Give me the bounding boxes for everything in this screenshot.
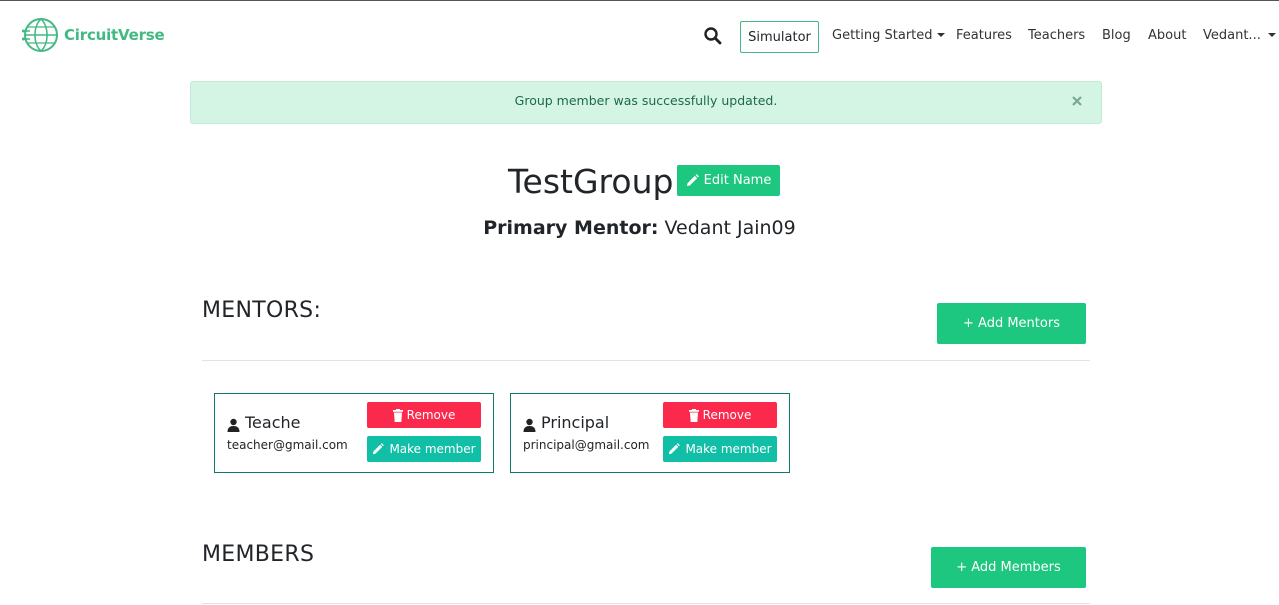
nav-getting-started-label: Getting Started bbox=[832, 28, 933, 43]
mentor-card: Teache teacher@gmail.com Remove Make mem… bbox=[214, 393, 494, 473]
make-member-button[interactable]: Make member bbox=[663, 436, 777, 462]
primary-mentor-label: Primary Mentor: bbox=[483, 217, 659, 239]
primary-mentor-name: Vedant Jain09 bbox=[664, 217, 796, 239]
pencil-icon bbox=[373, 443, 385, 455]
mentors-divider bbox=[202, 360, 1090, 361]
nav-simulator-button[interactable]: Simulator bbox=[740, 21, 819, 53]
success-alert: Group member was successfully updated. bbox=[190, 81, 1102, 124]
caret-down-icon bbox=[936, 32, 945, 37]
mentor-card: Principal principal@gmail.com Remove Mak… bbox=[510, 393, 790, 473]
user-icon bbox=[523, 418, 536, 432]
user-icon bbox=[227, 418, 240, 432]
nav-user-label: Vedant... bbox=[1203, 28, 1261, 43]
add-mentors-button[interactable]: + Add Mentors bbox=[937, 303, 1086, 344]
brand-link[interactable]: CircuitVerse bbox=[22, 16, 165, 54]
primary-mentor: Primary Mentor: Vedant Jain09 bbox=[0, 217, 1279, 239]
nav-blog-link[interactable]: Blog bbox=[1102, 28, 1131, 43]
nav-user-dropdown[interactable]: Vedant... bbox=[1203, 28, 1276, 43]
alert-message: Group member was successfully updated. bbox=[514, 93, 778, 108]
make-member-button[interactable]: Make member bbox=[367, 436, 481, 462]
search-icon[interactable] bbox=[703, 26, 723, 46]
mentor-name-row: Teache bbox=[227, 413, 300, 432]
mentor-name-row: Principal bbox=[523, 413, 609, 432]
add-members-button[interactable]: + Add Members bbox=[931, 547, 1086, 588]
nav-about-link[interactable]: About bbox=[1148, 28, 1186, 43]
pencil-icon bbox=[669, 443, 681, 455]
caret-down-icon bbox=[1267, 32, 1276, 37]
trash-icon bbox=[392, 408, 403, 422]
trash-icon bbox=[688, 408, 699, 422]
mentor-name: Principal bbox=[541, 413, 610, 432]
circuitverse-logo-icon bbox=[22, 18, 58, 52]
edit-name-label: Edit Name bbox=[703, 173, 772, 188]
members-heading: MEMBERS bbox=[202, 542, 315, 567]
make-member-label: Make member bbox=[389, 442, 476, 456]
mentor-email: teacher@gmail.com bbox=[227, 438, 348, 452]
remove-label: Remove bbox=[702, 408, 752, 422]
remove-button[interactable]: Remove bbox=[367, 402, 481, 428]
pencil-icon bbox=[686, 174, 699, 186]
close-icon[interactable] bbox=[1068, 92, 1086, 110]
edit-name-button[interactable]: Edit Name bbox=[677, 165, 780, 196]
nav-teachers-link[interactable]: Teachers bbox=[1028, 28, 1085, 43]
group-title: TestGroup bbox=[508, 162, 674, 201]
brand-name: CircuitVerse bbox=[64, 26, 165, 44]
nav-features-link[interactable]: Features bbox=[956, 28, 1012, 43]
mentor-email: principal@gmail.com bbox=[523, 438, 650, 452]
remove-label: Remove bbox=[406, 408, 456, 422]
mentors-heading: MENTORS: bbox=[202, 298, 322, 323]
nav-getting-started-dropdown[interactable]: Getting Started bbox=[832, 28, 945, 43]
make-member-label: Make member bbox=[685, 442, 772, 456]
mentor-name: Teache bbox=[245, 413, 301, 432]
navbar: CircuitVerse Simulator Getting Started F… bbox=[0, 1, 1279, 71]
remove-button[interactable]: Remove bbox=[663, 402, 777, 428]
members-divider bbox=[202, 603, 1090, 604]
